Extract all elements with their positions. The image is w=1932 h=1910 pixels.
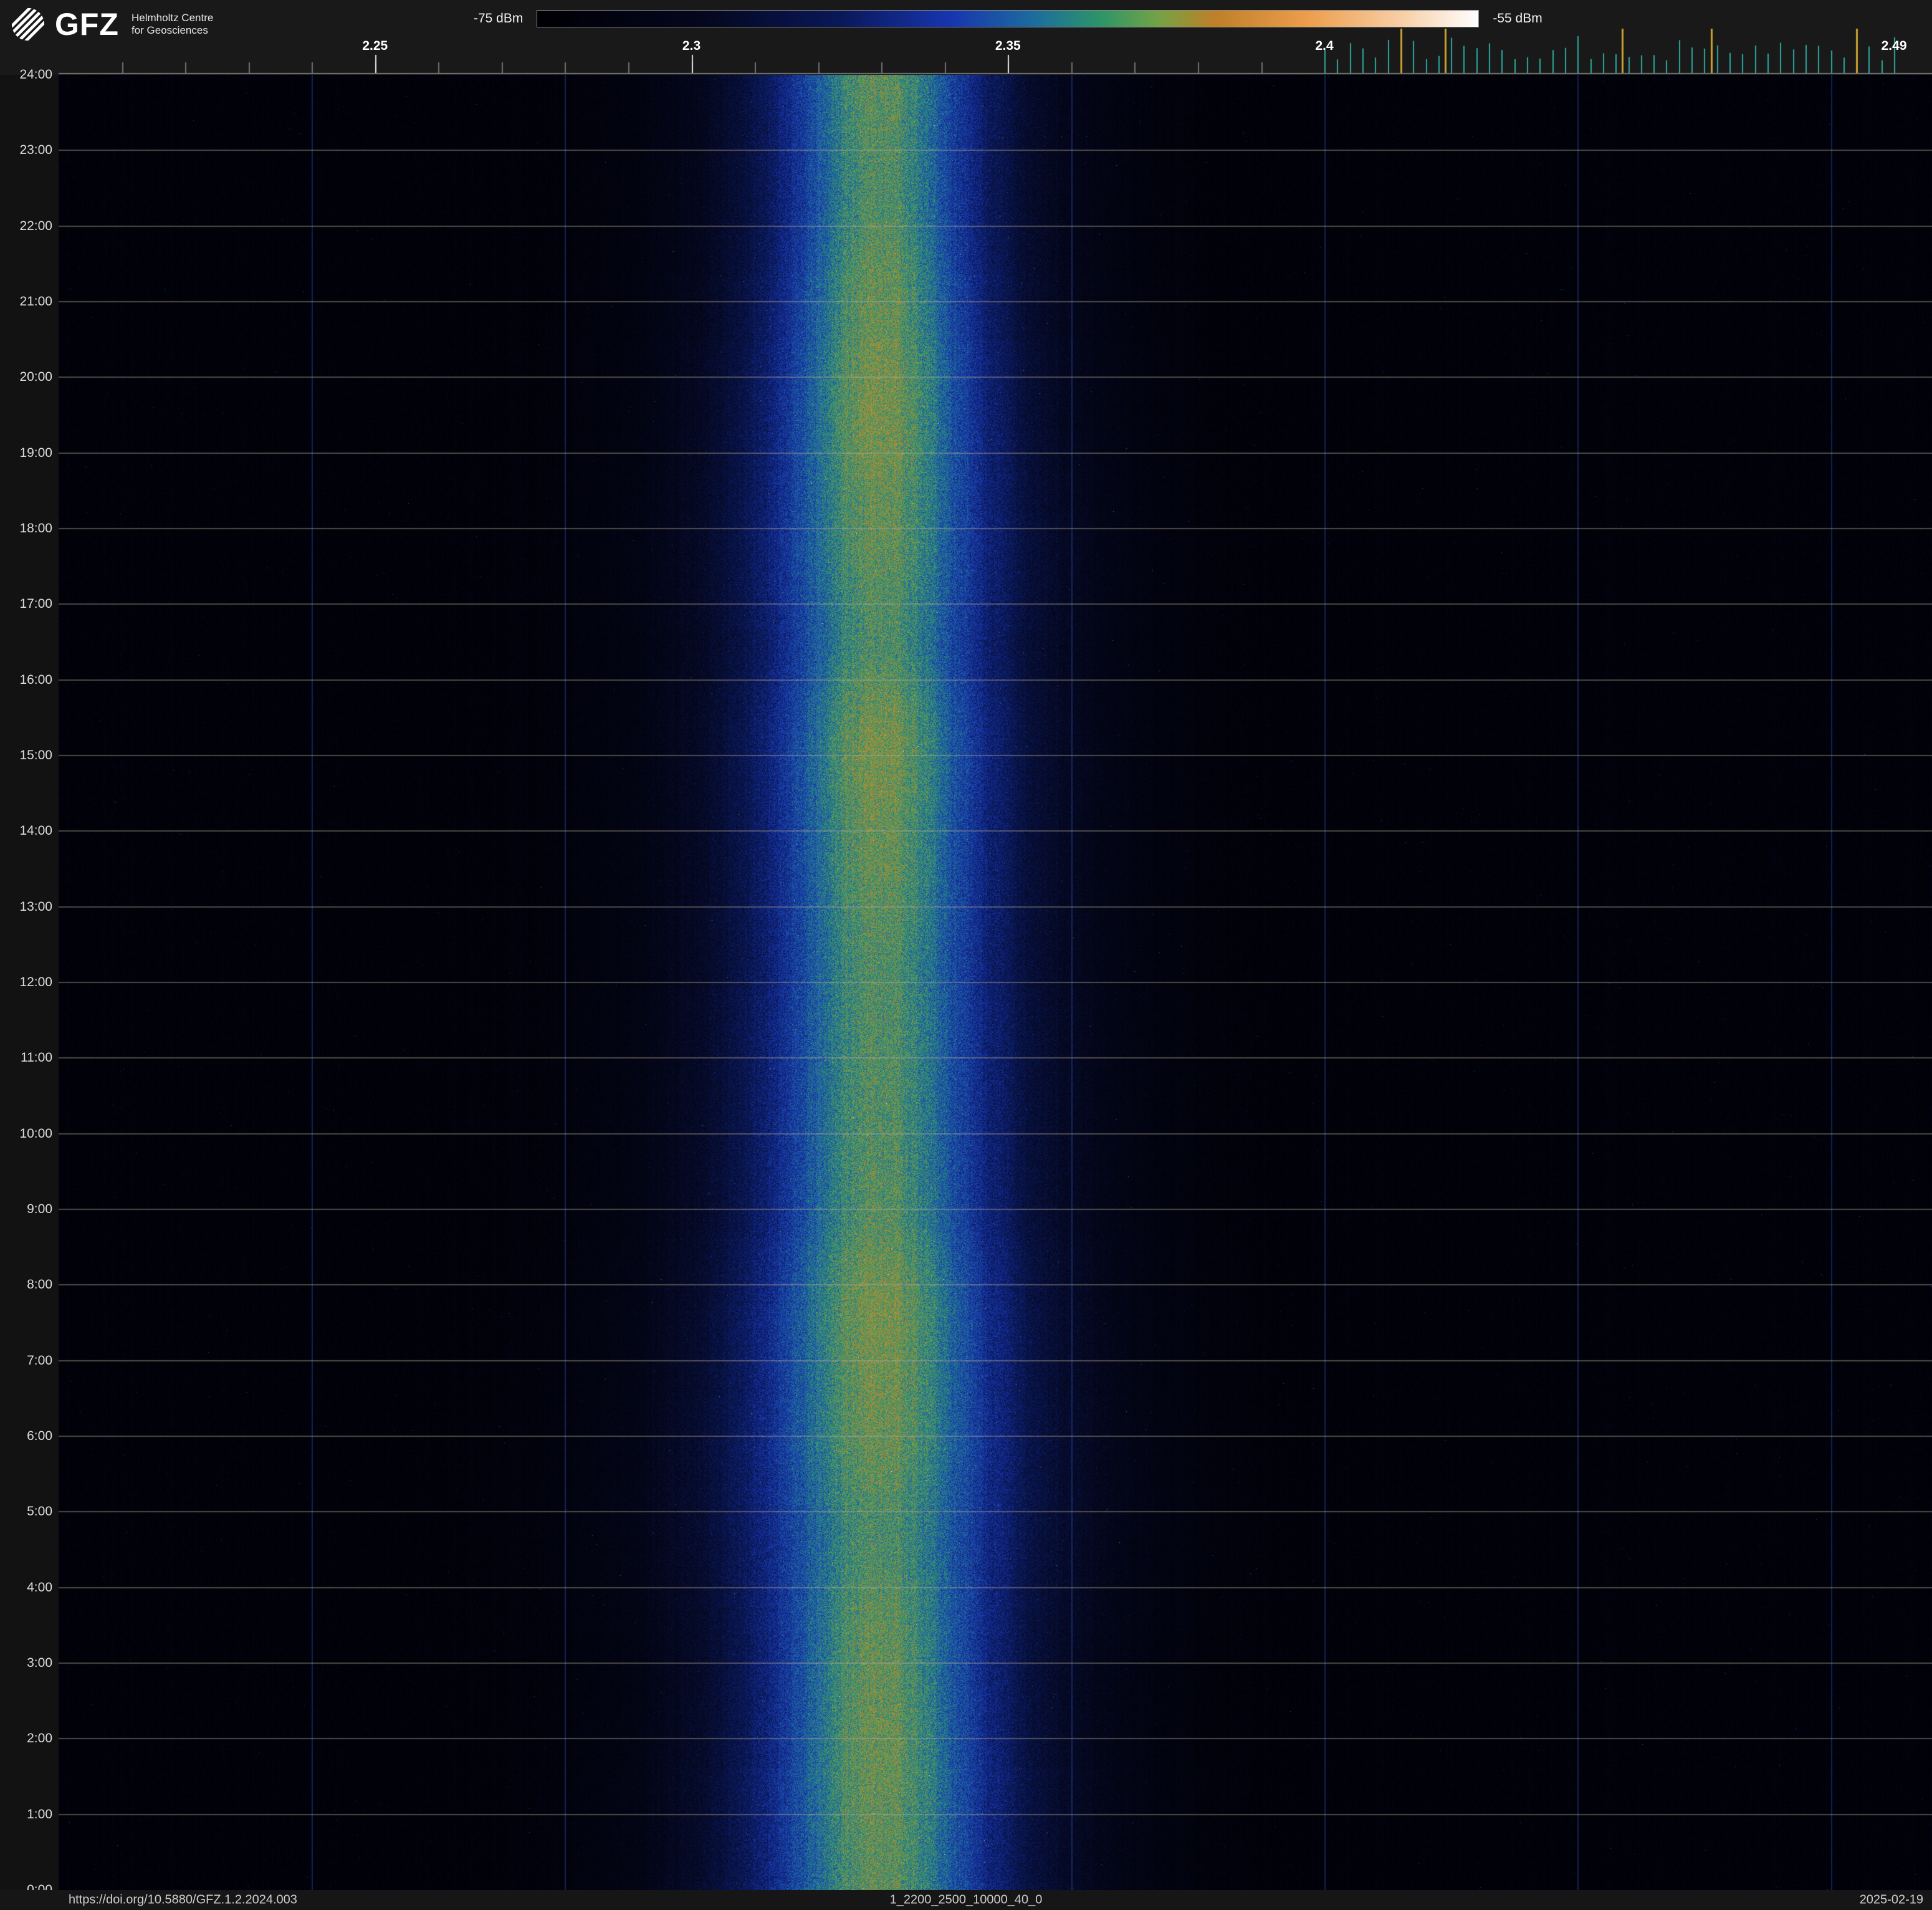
- frequency-axis-ticks: [0, 0, 1932, 75]
- time-axis-label: 18:00: [19, 521, 52, 535]
- time-axis-label: 20:00: [19, 370, 52, 385]
- time-axis-label: 16:00: [19, 672, 52, 687]
- time-axis-label: 7:00: [27, 1353, 52, 1368]
- footer-bar: https://doi.org/10.5880/GFZ.1.2.2024.003…: [0, 1890, 1932, 1910]
- spectrogram-canvas: [59, 75, 1932, 1890]
- time-axis-label: 2:00: [27, 1731, 52, 1746]
- time-axis-label: 9:00: [27, 1202, 52, 1216]
- time-axis-label: 8:00: [27, 1277, 52, 1292]
- dataset-id-text: 1_2200_2500_10000_40_0: [889, 1893, 1043, 1907]
- time-axis-label: 5:00: [27, 1504, 52, 1519]
- time-axis-label: 12:00: [19, 975, 52, 989]
- time-axis-label: 13:00: [19, 899, 52, 914]
- time-axis-label: 14:00: [19, 823, 52, 838]
- time-axis-label: 1:00: [27, 1807, 52, 1821]
- time-axis-label: 15:00: [19, 748, 52, 762]
- time-axis-label: 22:00: [19, 218, 52, 233]
- time-axis-label: 11:00: [21, 1050, 52, 1065]
- time-axis-label: 19:00: [19, 445, 52, 460]
- time-axis-label: 10:00: [19, 1126, 52, 1141]
- time-axis: 24:00 23:00 22:00 21:00 20:00 19:00 18:00 17:00…: [0, 67, 59, 1897]
- time-axis-label: 17:00: [19, 597, 52, 612]
- header-bar: GFZ Helmholtz Centre for Geosciences -75…: [0, 0, 1932, 75]
- time-axis-label: 6:00: [27, 1429, 52, 1443]
- doi-text: https://doi.org/10.5880/GFZ.1.2.2024.003: [69, 1893, 297, 1907]
- date-text: 2025-02-19: [1859, 1893, 1923, 1907]
- time-axis-label: 3:00: [27, 1656, 52, 1670]
- time-axis-label: 4:00: [27, 1580, 52, 1595]
- time-axis-label: 21:00: [19, 294, 52, 309]
- time-axis-label: 24:00: [19, 67, 52, 82]
- time-axis-label: 23:00: [19, 143, 52, 158]
